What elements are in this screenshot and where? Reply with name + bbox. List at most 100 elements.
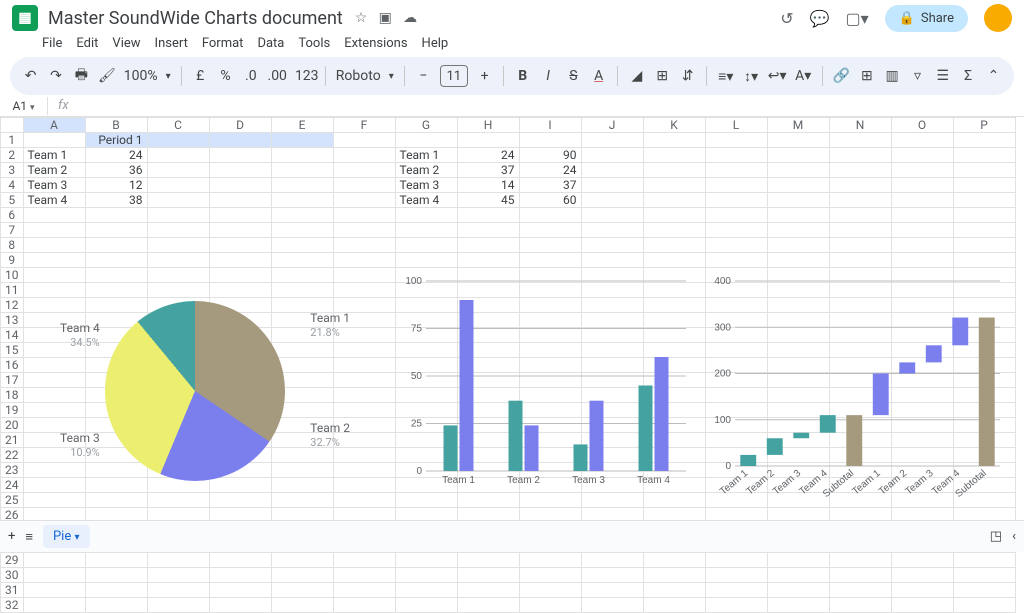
cell[interactable]: [147, 193, 209, 208]
col-header-G[interactable]: G: [395, 118, 457, 133]
cell[interactable]: [829, 583, 891, 598]
cell[interactable]: [23, 253, 85, 268]
row-header[interactable]: 9: [1, 253, 24, 268]
cell[interactable]: [953, 583, 1015, 598]
cell[interactable]: Team 2: [395, 163, 457, 178]
menu-file[interactable]: File: [42, 36, 62, 51]
cell[interactable]: [23, 568, 85, 583]
cell[interactable]: [891, 598, 953, 613]
row-header[interactable]: 15: [1, 343, 24, 358]
cell[interactable]: [209, 583, 271, 598]
cell[interactable]: [147, 208, 209, 223]
cell[interactable]: [147, 253, 209, 268]
chevron-down-icon[interactable]: ▾: [166, 71, 171, 82]
cell[interactable]: [457, 208, 519, 223]
cell[interactable]: [271, 568, 333, 583]
row-header[interactable]: 30: [1, 568, 24, 583]
cell[interactable]: [829, 148, 891, 163]
decrease-font-icon[interactable]: −: [415, 68, 432, 84]
row-header[interactable]: 24: [1, 478, 24, 493]
col-header-C[interactable]: C: [147, 118, 209, 133]
cell[interactable]: 38: [85, 193, 147, 208]
cell[interactable]: [891, 163, 953, 178]
cell[interactable]: [581, 553, 643, 568]
cell[interactable]: [581, 148, 643, 163]
cell[interactable]: [643, 253, 705, 268]
row-header[interactable]: 5: [1, 193, 24, 208]
more-formats-icon[interactable]: 123: [295, 68, 315, 84]
row-header[interactable]: 10: [1, 268, 24, 283]
cell[interactable]: [891, 568, 953, 583]
cell[interactable]: Team 2: [23, 163, 85, 178]
cell[interactable]: [829, 178, 891, 193]
cell[interactable]: [953, 163, 1015, 178]
cell[interactable]: [333, 178, 395, 193]
cell[interactable]: [519, 223, 581, 238]
cell[interactable]: [209, 163, 271, 178]
cell[interactable]: [643, 568, 705, 583]
cell[interactable]: [333, 568, 395, 583]
cell[interactable]: [271, 193, 333, 208]
cell[interactable]: [581, 163, 643, 178]
cell[interactable]: [767, 133, 829, 148]
cell[interactable]: [333, 553, 395, 568]
row-header[interactable]: 2: [1, 148, 24, 163]
cell[interactable]: [333, 193, 395, 208]
currency-icon[interactable]: £: [192, 68, 209, 84]
cell[interactable]: [271, 238, 333, 253]
cell[interactable]: [581, 583, 643, 598]
functions-icon[interactable]: Σ: [959, 68, 976, 84]
cell[interactable]: 45: [457, 193, 519, 208]
cell[interactable]: [333, 148, 395, 163]
cell[interactable]: [271, 223, 333, 238]
cell[interactable]: [953, 223, 1015, 238]
cell[interactable]: [209, 598, 271, 613]
cell[interactable]: [519, 238, 581, 253]
cell[interactable]: [333, 163, 395, 178]
cell[interactable]: Team 1: [23, 148, 85, 163]
row-header[interactable]: 6: [1, 208, 24, 223]
cloud-icon[interactable]: ☁: [403, 10, 417, 26]
cell[interactable]: [829, 568, 891, 583]
zoom-select[interactable]: 100%: [124, 68, 158, 84]
cell[interactable]: 37: [457, 163, 519, 178]
menu-insert[interactable]: Insert: [155, 36, 188, 51]
increase-decimal-icon[interactable]: .00: [268, 68, 287, 84]
cell[interactable]: [643, 178, 705, 193]
cell[interactable]: [953, 133, 1015, 148]
cell[interactable]: [271, 133, 333, 148]
document-title[interactable]: Master SoundWide Charts document: [48, 8, 343, 29]
cell[interactable]: [147, 583, 209, 598]
cell[interactable]: [395, 553, 457, 568]
cell[interactable]: 37: [519, 178, 581, 193]
col-header-D[interactable]: D: [209, 118, 271, 133]
decrease-decimal-icon[interactable]: .0: [242, 68, 259, 84]
col-header-P[interactable]: P: [953, 118, 1015, 133]
col-header-A[interactable]: A: [23, 118, 85, 133]
print-icon[interactable]: 🖶: [73, 64, 90, 88]
cell[interactable]: 24: [457, 148, 519, 163]
fill-color-icon[interactable]: ◢: [628, 68, 645, 84]
cell[interactable]: [891, 238, 953, 253]
sheets-logo-icon[interactable]: ▦: [12, 5, 38, 31]
filter-views-icon[interactable]: ☰: [934, 68, 951, 84]
cell[interactable]: [457, 223, 519, 238]
cell[interactable]: [519, 208, 581, 223]
cell[interactable]: [333, 208, 395, 223]
cell[interactable]: [333, 223, 395, 238]
cell[interactable]: [85, 553, 147, 568]
menu-view[interactable]: View: [112, 36, 140, 51]
cell[interactable]: [395, 583, 457, 598]
cell[interactable]: Team 1: [395, 148, 457, 163]
cell[interactable]: [23, 598, 85, 613]
cell[interactable]: [147, 133, 209, 148]
cell[interactable]: [519, 598, 581, 613]
cell[interactable]: [953, 553, 1015, 568]
menu-help[interactable]: Help: [422, 36, 449, 51]
bold-icon[interactable]: B: [514, 68, 531, 84]
cell[interactable]: [891, 193, 953, 208]
cell[interactable]: [581, 253, 643, 268]
cell[interactable]: [209, 193, 271, 208]
merge-icon[interactable]: ⇵: [679, 68, 696, 84]
cell[interactable]: [85, 208, 147, 223]
